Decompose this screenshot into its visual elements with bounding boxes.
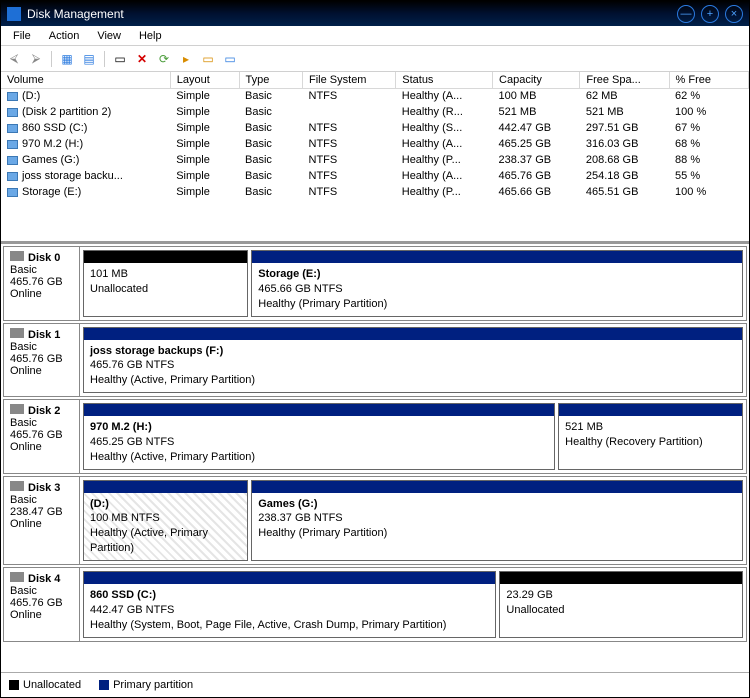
volume-icon: [7, 140, 18, 149]
partition[interactable]: 23.29 GBUnallocated: [499, 571, 743, 638]
column-header[interactable]: Layout: [170, 72, 239, 88]
toolbar: ⮘ ⮚ ▦ ▤ ▭ ✕ ⟳ ▸ ▭ ▭: [1, 46, 749, 72]
disk-row: Disk 1Basic465.76 GBOnlinejoss storage b…: [3, 323, 747, 398]
view-icon[interactable]: ▦: [58, 50, 76, 68]
legend-primary: Primary partition: [99, 679, 193, 691]
back-icon[interactable]: ⮘: [5, 50, 23, 68]
detail-icon[interactable]: ▤: [80, 50, 98, 68]
disk-icon: [10, 328, 24, 338]
disk-row: Disk 3Basic238.47 GBOnline(D:)100 MB NTF…: [3, 476, 747, 565]
disk-label[interactable]: Disk 2Basic465.76 GBOnline: [4, 400, 80, 473]
settings-icon[interactable]: ▭: [111, 50, 129, 68]
titlebar: Disk Management — + ×: [1, 1, 749, 26]
column-header[interactable]: Volume: [1, 72, 170, 88]
disk-icon: [10, 481, 24, 491]
column-header[interactable]: Free Spa...: [580, 72, 669, 88]
properties-icon[interactable]: ▭: [199, 50, 217, 68]
disk-label[interactable]: Disk 1Basic465.76 GBOnline: [4, 324, 80, 397]
volume-row[interactable]: (D:)SimpleBasicNTFSHealthy (A...100 MB62…: [1, 88, 749, 104]
menubar: File Action View Help: [1, 26, 749, 46]
disk-label[interactable]: Disk 3Basic238.47 GBOnline: [4, 477, 80, 564]
menu-help[interactable]: Help: [131, 28, 170, 44]
volume-row[interactable]: 860 SSD (C:)SimpleBasicNTFSHealthy (S...…: [1, 120, 749, 136]
column-header[interactable]: Type: [239, 72, 303, 88]
legend: Unallocated Primary partition: [1, 672, 749, 697]
volume-icon: [7, 92, 18, 101]
volume-icon: [7, 108, 18, 117]
disk-graphical-view: Disk 0Basic465.76 GBOnline101 MBUnalloca…: [1, 242, 749, 642]
partition[interactable]: joss storage backups (F:)465.76 GB NTFSH…: [83, 327, 743, 394]
partition[interactable]: 860 SSD (C:)442.47 GB NTFSHealthy (Syste…: [83, 571, 496, 638]
volume-icon: [7, 188, 18, 197]
minimize-button[interactable]: —: [677, 5, 695, 23]
refresh-icon[interactable]: ⟳: [155, 50, 173, 68]
volume-row[interactable]: Storage (E:)SimpleBasicNTFSHealthy (P...…: [1, 184, 749, 200]
volume-row[interactable]: Games (G:)SimpleBasicNTFSHealthy (P...23…: [1, 152, 749, 168]
forward-icon[interactable]: ⮚: [27, 50, 45, 68]
help-icon[interactable]: ▭: [221, 50, 239, 68]
legend-unallocated: Unallocated: [9, 679, 81, 691]
disk-label[interactable]: Disk 0Basic465.76 GBOnline: [4, 247, 80, 320]
disk-label[interactable]: Disk 4Basic465.76 GBOnline: [4, 568, 80, 641]
column-header[interactable]: Capacity: [493, 72, 580, 88]
delete-icon[interactable]: ✕: [133, 50, 151, 68]
disk-icon: [10, 251, 24, 261]
disk-row: Disk 0Basic465.76 GBOnline101 MBUnalloca…: [3, 246, 747, 321]
partition[interactable]: 521 MBHealthy (Recovery Partition): [558, 403, 743, 470]
menu-file[interactable]: File: [5, 28, 39, 44]
volume-icon: [7, 172, 18, 181]
column-header[interactable]: Status: [396, 72, 493, 88]
volume-row[interactable]: 970 M.2 (H:)SimpleBasicNTFSHealthy (A...…: [1, 136, 749, 152]
volume-list[interactable]: VolumeLayoutTypeFile SystemStatusCapacit…: [1, 72, 749, 242]
partition[interactable]: (D:)100 MB NTFSHealthy (Active, Primary …: [83, 480, 248, 561]
partition[interactable]: Storage (E:)465.66 GB NTFSHealthy (Prima…: [251, 250, 743, 317]
disk-icon: [10, 404, 24, 414]
new-icon[interactable]: ▸: [177, 50, 195, 68]
menu-view[interactable]: View: [89, 28, 129, 44]
menu-action[interactable]: Action: [41, 28, 88, 44]
partition[interactable]: Games (G:)238.37 GB NTFSHealthy (Primary…: [251, 480, 743, 561]
column-header[interactable]: File System: [303, 72, 396, 88]
maximize-button[interactable]: +: [701, 5, 719, 23]
volume-icon: [7, 156, 18, 165]
volume-row[interactable]: (Disk 2 partition 2)SimpleBasicHealthy (…: [1, 104, 749, 120]
partition[interactable]: 970 M.2 (H:)465.25 GB NTFSHealthy (Activ…: [83, 403, 555, 470]
volume-icon: [7, 124, 18, 133]
disk-icon: [10, 572, 24, 582]
disk-row: Disk 2Basic465.76 GBOnline970 M.2 (H:)46…: [3, 399, 747, 474]
disk-row: Disk 4Basic465.76 GBOnline860 SSD (C:)44…: [3, 567, 747, 642]
app-icon: [7, 7, 21, 21]
volume-row[interactable]: joss storage backu...SimpleBasicNTFSHeal…: [1, 168, 749, 184]
column-header[interactable]: % Free: [669, 72, 748, 88]
partition[interactable]: 101 MBUnallocated: [83, 250, 248, 317]
close-button[interactable]: ×: [725, 5, 743, 23]
window-title: Disk Management: [27, 7, 671, 21]
